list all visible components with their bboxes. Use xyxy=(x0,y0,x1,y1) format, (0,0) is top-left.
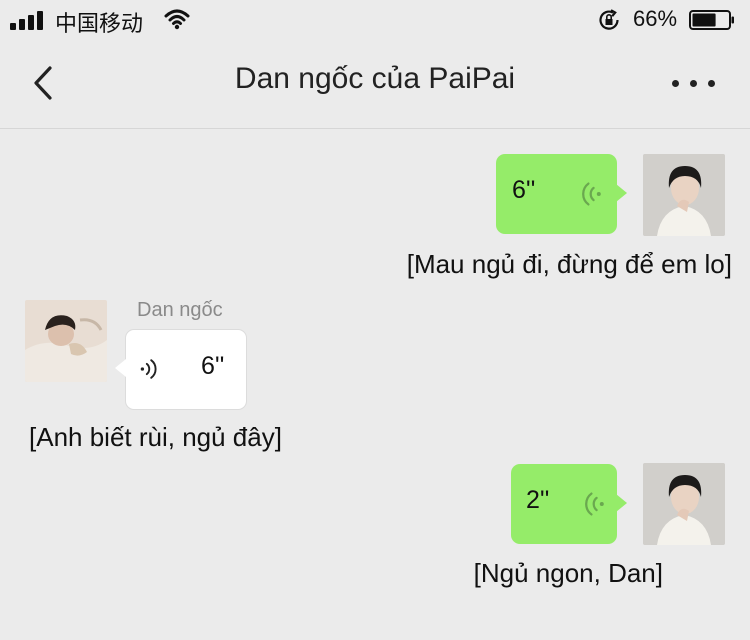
message-caption: [Mau ngủ đi, đừng để em lo] xyxy=(406,249,732,279)
sender-name: Dan ngốc xyxy=(137,299,223,321)
voice-duration: 6'' xyxy=(512,176,536,204)
rotation-lock-icon xyxy=(599,9,619,30)
voice-message-bubble-3[interactable]: 2'' xyxy=(511,464,627,544)
battery-percent: 66% xyxy=(633,6,678,31)
nav-bar: Dan ngốc của PaiPai xyxy=(0,40,750,129)
more-dots-icon[interactable] xyxy=(668,66,720,100)
battery-icon xyxy=(689,10,734,30)
voice-wave-icon xyxy=(582,182,601,206)
my-avatar[interactable] xyxy=(643,463,725,545)
voice-message-bubble-2[interactable]: 6'' xyxy=(115,329,247,410)
message-caption: [Anh biết rùi, ngủ đây] xyxy=(29,422,282,452)
wifi-icon xyxy=(164,9,190,30)
carrier-name: 中国移动 xyxy=(55,12,144,37)
voice-duration: 6'' xyxy=(201,352,225,380)
status-bar: 中国移动 66% xyxy=(0,0,750,40)
chat-title: Dan ngốc của PaiPai xyxy=(234,62,516,95)
voice-duration: 2'' xyxy=(526,486,550,514)
my-avatar[interactable] xyxy=(643,154,725,236)
signal-bars-icon xyxy=(10,10,48,30)
voice-wave-icon xyxy=(585,492,604,516)
contact-avatar[interactable] xyxy=(25,300,107,382)
voice-message-bubble-1[interactable]: 6'' xyxy=(496,154,627,234)
voice-wave-icon xyxy=(140,359,157,379)
message-caption: [Ngủ ngon, Dan] xyxy=(473,558,663,588)
